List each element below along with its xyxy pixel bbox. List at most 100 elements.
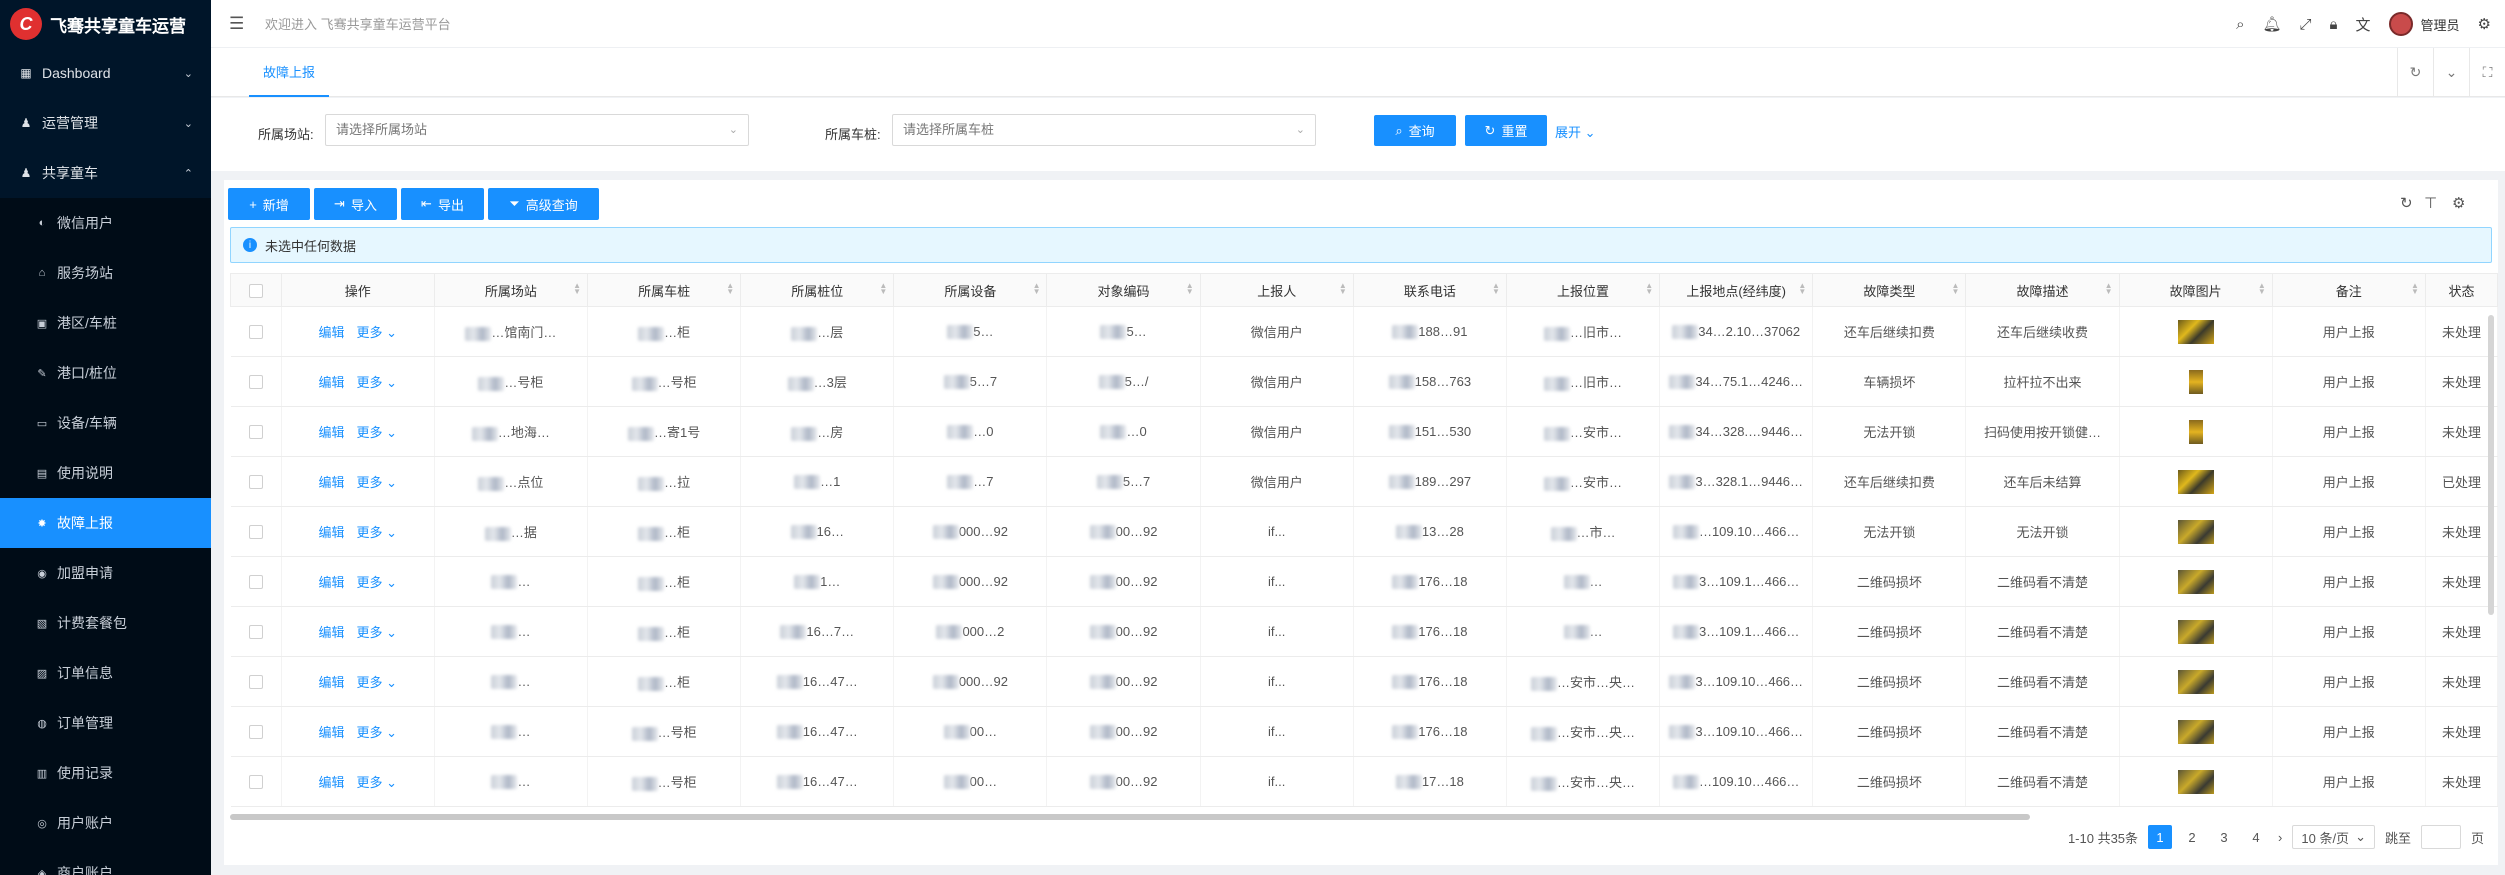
row-checkbox[interactable]	[248, 475, 263, 490]
cell-image[interactable]	[2119, 306, 2273, 357]
row-checkbox[interactable]	[248, 525, 263, 540]
row-checkbox[interactable]	[248, 725, 263, 740]
column-header[interactable]: 故障类型 ▲ ▼	[1812, 273, 1967, 307]
cell-image[interactable]	[2119, 656, 2273, 707]
sidebar-item-1[interactable]: ⌂ 服务场站	[0, 248, 211, 298]
fault-image-thumbnail[interactable]	[2177, 619, 2214, 644]
sidebar-item-8[interactable]: ▧ 计费套餐包	[0, 598, 211, 648]
fault-image-thumbnail[interactable]	[2177, 319, 2214, 344]
row-select[interactable]	[230, 656, 282, 707]
row-checkbox[interactable]	[248, 325, 263, 340]
sort-icon[interactable]: ▲ ▼	[1492, 282, 1500, 296]
page-size-select[interactable]: 10 条/页 ⌄	[2292, 825, 2375, 849]
sidebar-item-0[interactable]: ◐ 微信用户	[0, 198, 211, 248]
sidebar-item-10[interactable]: ◍ 订单管理	[0, 698, 211, 748]
more-link[interactable]: 更多 ⌄	[357, 425, 398, 440]
fault-image-thumbnail[interactable]	[2177, 469, 2214, 494]
sort-icon[interactable]: ▲ ▼	[726, 282, 734, 296]
row-select[interactable]	[230, 356, 282, 407]
sidebar-item-4[interactable]: ▭ 设备/车辆	[0, 398, 211, 448]
cell-image[interactable]	[2119, 556, 2273, 607]
sidebar-item-11[interactable]: ▥ 使用记录	[0, 748, 211, 798]
translate-icon[interactable]: 文	[2356, 14, 2371, 35]
table-row[interactable]: 编辑 更多 ⌄ … …号柜 16…47… 00… 00…92 if... 176…18 …安市…央…	[230, 706, 2499, 757]
sort-icon[interactable]: ▲ ▼	[1952, 282, 1960, 296]
settings-icon[interactable]: ⚙	[2452, 194, 2465, 212]
column-header[interactable]: 上报位置 ▲ ▼	[1505, 273, 1661, 307]
cell-image[interactable]	[2119, 506, 2273, 557]
jump-input[interactable]	[2420, 825, 2461, 849]
maximize-icon[interactable]: ⛶	[2469, 48, 2505, 97]
row-select[interactable]	[230, 606, 282, 657]
row-select[interactable]	[230, 456, 282, 507]
page-2[interactable]: 2	[2180, 825, 2204, 849]
cell-image[interactable]	[2119, 356, 2273, 407]
sidebar-group-1[interactable]: ♟ 运营管理 ⌄	[0, 98, 211, 148]
sidebar-item-3[interactable]: ✎ 港口/桩位	[0, 348, 211, 398]
refresh-tab-icon[interactable]: ↻	[2397, 48, 2433, 97]
next-page-icon[interactable]: ›	[2278, 830, 2282, 845]
cell-image[interactable]	[2119, 756, 2273, 807]
sidebar-item-9[interactable]: ▨ 订单信息	[0, 648, 211, 698]
column-header[interactable]: 对象编码 ▲ ▼	[1046, 273, 1201, 307]
column-header[interactable]: 故障描述 ▲ ▼	[1965, 273, 2120, 307]
lock-icon[interactable]: 🔒︎	[2330, 16, 2338, 33]
edit-link[interactable]: 编辑	[319, 375, 345, 390]
table-row[interactable]: 编辑 更多 ⌄ … …号柜 16…47… 00… 00…92 if... 17…18 …安市…央……	[230, 756, 2499, 807]
edit-link[interactable]: 编辑	[319, 425, 345, 440]
sidebar-item-7[interactable]: ◉ 加盟申请	[0, 548, 211, 598]
sidebar-item-12[interactable]: ◎ 用户账户	[0, 798, 211, 848]
sidebar-group-0[interactable]: ▦ Dashboard ⌄	[0, 48, 211, 98]
more-link[interactable]: 更多 ⌄	[357, 375, 398, 390]
sidebar-item-2[interactable]: ▣ 港区/车桩	[0, 298, 211, 348]
more-link[interactable]: 更多 ⌄	[357, 525, 398, 540]
advanced-query-button[interactable]: ⏷ 高级查询	[488, 188, 599, 220]
cell-image[interactable]	[2119, 406, 2273, 457]
reset-button[interactable]: ↻ 重置	[1465, 115, 1547, 146]
add-button[interactable]: + 新增	[228, 188, 310, 220]
edit-link[interactable]: 编辑	[319, 775, 345, 790]
query-button[interactable]: ⌕ 查询	[1374, 115, 1456, 146]
fault-image-thumbnail[interactable]	[2177, 669, 2214, 694]
fault-image-thumbnail[interactable]	[2177, 719, 2214, 744]
refresh-icon[interactable]: ↻	[2400, 194, 2413, 212]
column-header[interactable]: 所属桩位 ▲ ▼	[740, 273, 895, 307]
avatar[interactable]	[2388, 12, 2413, 36]
cell-image[interactable]	[2119, 606, 2273, 657]
page-3[interactable]: 3	[2212, 825, 2236, 849]
sort-icon[interactable]: ▲ ▼	[879, 282, 887, 296]
table-row[interactable]: 编辑 更多 ⌄ …据 …柜 16… 000…92 00…92 if... 13…28 …市… …10…	[230, 506, 2499, 557]
row-checkbox[interactable]	[248, 775, 263, 790]
settings-icon[interactable]: ⚙	[2478, 15, 2491, 33]
table-row[interactable]: 编辑 更多 ⌄ …号柜 …号柜 …3层 5…7 5…/ 微信用户 158…763 …旧市… 34…7…	[230, 356, 2499, 407]
username[interactable]: 管理员	[2421, 15, 2460, 34]
table-row[interactable]: 编辑 更多 ⌄ … …柜 1… 000…92 00…92 if... 176…18 … 3…109.…	[230, 556, 2499, 607]
more-link[interactable]: 更多 ⌄	[357, 325, 398, 340]
cell-image[interactable]	[2119, 456, 2273, 507]
column-height-icon[interactable]: ⊤	[2424, 194, 2437, 212]
sidebar-item-5[interactable]: ▤ 使用说明	[0, 448, 211, 498]
menu-fold-icon[interactable]: ☰	[229, 14, 249, 34]
sidebar-item-6[interactable]: ✸ 故障上报	[0, 498, 211, 548]
fault-image-thumbnail[interactable]	[2177, 519, 2214, 544]
sort-icon[interactable]: ▲ ▼	[1798, 282, 1806, 296]
sort-icon[interactable]: ▲ ▼	[573, 282, 581, 296]
sidebar-item-13[interactable]: ◈ 商户账户	[0, 848, 211, 875]
bell-icon[interactable]: 🔔︎	[2262, 15, 2281, 33]
column-header[interactable]: 上报地点(经纬度) ▲ ▼	[1659, 273, 1814, 307]
more-link[interactable]: 更多 ⌄	[357, 475, 398, 490]
table-row[interactable]: 编辑 更多 ⌄ …馆南门… …柜 …层 5… 5… 微信用户 188…91 …旧市… 34…2.10…	[230, 306, 2499, 357]
table-row[interactable]: 编辑 更多 ⌄ … …柜 16…47… 000…92 00…92 if... 176…18 …安市…	[230, 656, 2499, 707]
column-header[interactable]: 上报人 ▲ ▼	[1199, 273, 1354, 307]
column-header[interactable]: 故障图片 ▲ ▼	[2118, 273, 2273, 307]
row-checkbox[interactable]	[248, 675, 263, 690]
row-select[interactable]	[230, 756, 282, 807]
more-link[interactable]: 更多 ⌄	[357, 575, 398, 590]
row-checkbox[interactable]	[248, 625, 263, 640]
edit-link[interactable]: 编辑	[319, 575, 345, 590]
table-row[interactable]: 编辑 更多 ⌄ …点位 …拉 …1 …7 5…7 微信用户 189…297 …安市… 3…328.1…	[230, 456, 2499, 507]
column-header[interactable]: 备注 ▲ ▼	[2271, 273, 2426, 307]
sort-icon[interactable]: ▲ ▼	[2411, 282, 2419, 296]
column-header[interactable]: 操作	[280, 273, 435, 307]
select-all-checkbox[interactable]	[248, 283, 263, 298]
